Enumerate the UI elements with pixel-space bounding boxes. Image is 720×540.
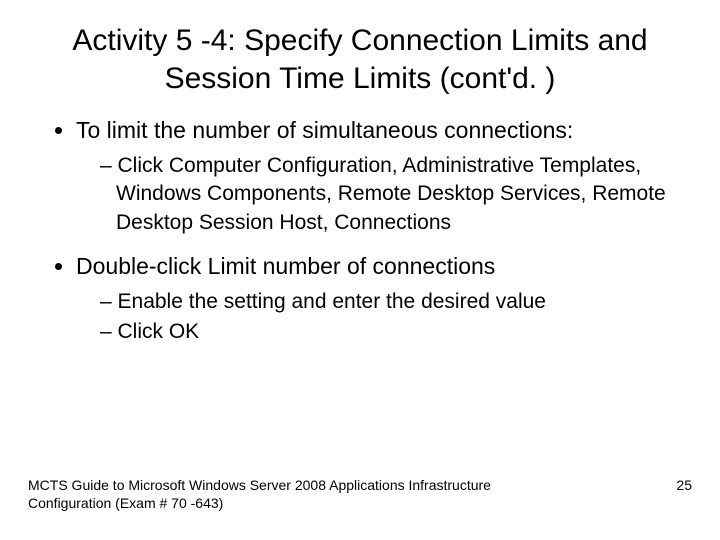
bullet-text: To limit the number of simultaneous conn…	[76, 117, 573, 143]
bullet-text: Double-click Limit number of connections	[76, 253, 495, 279]
footer: MCTS Guide to Microsoft Windows Server 2…	[28, 476, 692, 512]
slide: Activity 5 -4: Specify Connection Limits…	[0, 0, 720, 540]
bullet-list: To limit the number of simultaneous conn…	[28, 115, 692, 347]
bullet-item: Double-click Limit number of connections…	[76, 251, 692, 347]
sub-item: Enable the setting and enter the desired…	[100, 288, 692, 316]
sub-list: Click Computer Configuration, Administra…	[76, 152, 692, 237]
bullet-item: To limit the number of simultaneous conn…	[76, 115, 692, 237]
page-number: 25	[676, 476, 692, 494]
sub-item: Click Computer Configuration, Administra…	[100, 152, 692, 237]
sub-item: Click OK	[100, 318, 692, 346]
sub-list: Enable the setting and enter the desired…	[76, 288, 692, 347]
footer-text: MCTS Guide to Microsoft Windows Server 2…	[28, 476, 548, 512]
slide-title: Activity 5 -4: Specify Connection Limits…	[28, 22, 692, 97]
